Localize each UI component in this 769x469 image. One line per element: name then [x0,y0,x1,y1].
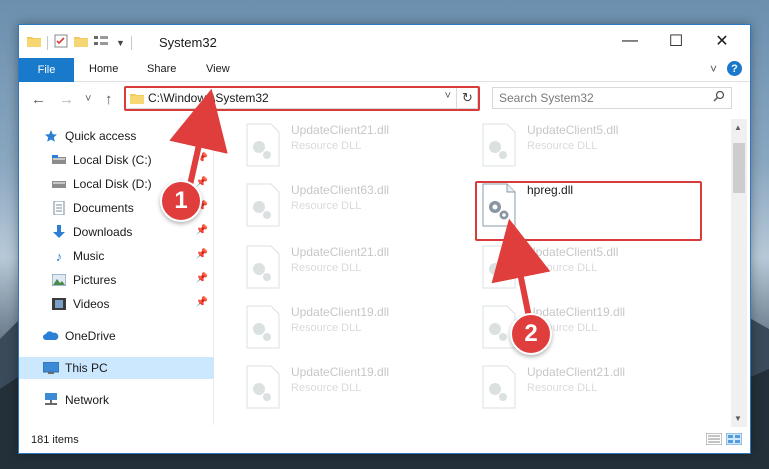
step-badge-2: 2 [510,313,552,355]
step-badge-1: 1 [160,180,202,222]
callout-arrows [169,88,551,327]
